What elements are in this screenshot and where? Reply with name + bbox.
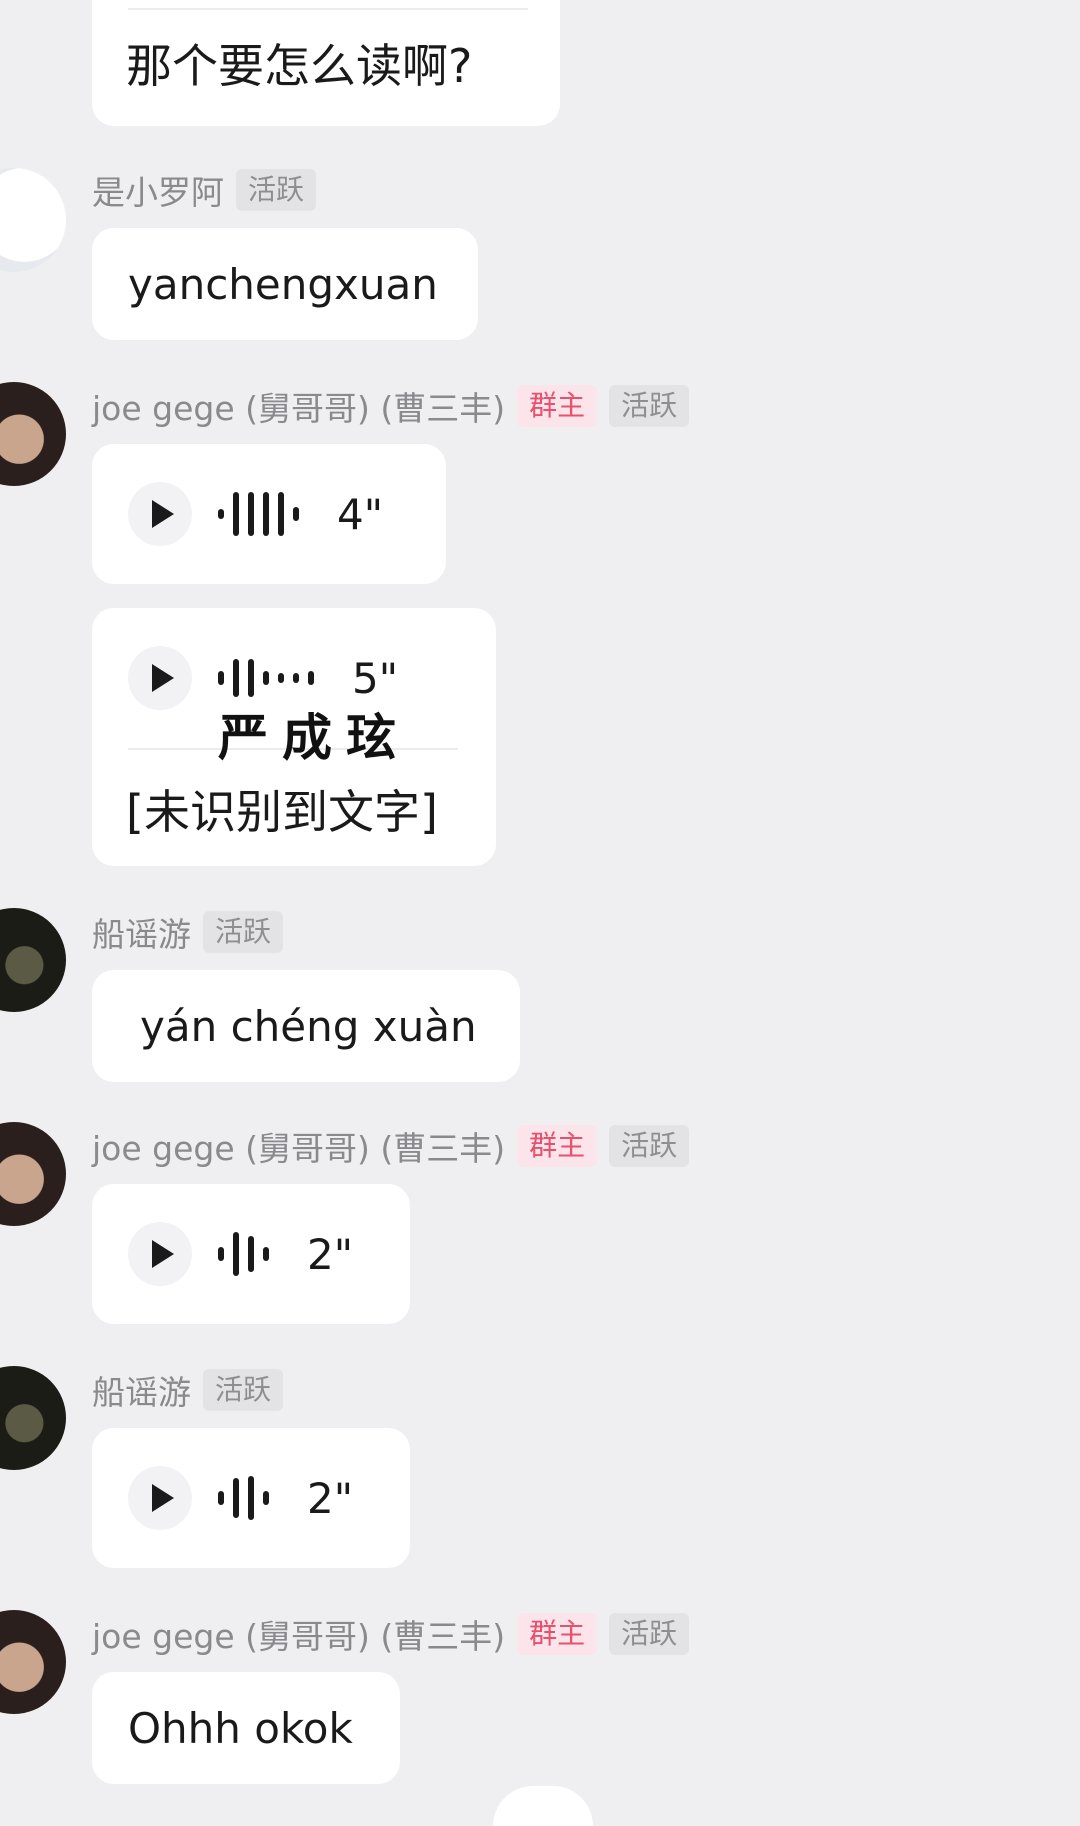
voice-duration: 5" — [352, 653, 399, 703]
group-owner-badge: 群主 — [517, 385, 598, 427]
avatar[interactable] — [0, 1610, 66, 1714]
waveform-icon — [218, 1229, 269, 1279]
sender-name[interactable]: joe gege (舅哥哥) (曹三丰) — [92, 382, 505, 430]
voice-duration: 2" — [307, 1229, 354, 1279]
sender-name[interactable]: 是小罗阿 — [92, 166, 224, 214]
voice-duration: 4" — [337, 489, 384, 539]
avatar[interactable] — [0, 1366, 66, 1470]
message-bubble[interactable]: yanchengxuan — [92, 228, 478, 340]
message-bubble[interactable]: Ohhh okok — [92, 1672, 400, 1784]
message-text: yanchengxuan — [128, 259, 438, 309]
sender-row: 船谣游 活跃 — [92, 908, 284, 956]
play-icon[interactable] — [128, 1222, 192, 1286]
sender-name[interactable]: joe gege (舅哥哥) (曹三丰) — [92, 1122, 505, 1170]
waveform-icon — [218, 489, 299, 539]
voice-message-bubble[interactable]: 2" — [92, 1184, 410, 1324]
message-bubble[interactable]: yán chéng xuàn — [92, 970, 520, 1082]
sender-name[interactable]: 船谣游 — [92, 1366, 191, 1414]
active-badge: 活跃 — [203, 911, 284, 953]
scroll-to-bottom-button[interactable] — [493, 1786, 593, 1826]
voice-message-bubble[interactable]: 2" — [92, 1428, 410, 1568]
sender-row: joe gege (舅哥哥) (曹三丰) 群主 活跃 — [92, 1122, 690, 1170]
message-bubble[interactable]: 那个要怎么读啊? — [92, 0, 560, 126]
active-badge: 活跃 — [609, 1613, 690, 1655]
message-text: yán chéng xuàn — [140, 1001, 477, 1051]
avatar[interactable] — [0, 168, 66, 272]
message-text: 那个要怎么读啊? — [126, 39, 473, 93]
play-icon[interactable] — [128, 482, 192, 546]
message-text: Ohhh okok — [128, 1703, 353, 1753]
group-owner-badge: 群主 — [517, 1613, 598, 1655]
active-badge: 活跃 — [236, 169, 317, 211]
group-owner-badge: 群主 — [517, 1125, 598, 1167]
active-badge: 活跃 — [609, 385, 690, 427]
sender-name[interactable]: 船谣游 — [92, 908, 191, 956]
voice-transcript: [未识别到文字] — [126, 785, 438, 839]
bubble-divider — [128, 8, 528, 10]
active-badge: 活跃 — [609, 1125, 690, 1167]
avatar[interactable] — [0, 908, 66, 1012]
waveform-icon — [218, 653, 314, 703]
sender-name[interactable]: joe gege (舅哥哥) (曹三丰) — [92, 1610, 505, 1658]
avatar[interactable] — [0, 1122, 66, 1226]
avatar[interactable] — [0, 382, 66, 486]
voice-message-bubble[interactable]: 4" — [92, 444, 446, 584]
voice-duration: 2" — [307, 1473, 354, 1523]
waveform-icon — [218, 1473, 269, 1523]
play-icon[interactable] — [128, 1466, 192, 1530]
sender-row: joe gege (舅哥哥) (曹三丰) 群主 活跃 — [92, 1610, 690, 1658]
video-caption: 严成玹 — [218, 709, 410, 767]
chat-area: 那个要怎么读啊? 是小罗阿 活跃 yanchengxuan joe gege (… — [0, 0, 1080, 1826]
sender-row: 船谣游 活跃 — [92, 1366, 284, 1414]
sender-row: 是小罗阿 活跃 — [92, 166, 317, 214]
play-icon[interactable] — [128, 646, 192, 710]
sender-row: joe gege (舅哥哥) (曹三丰) 群主 活跃 — [92, 382, 690, 430]
active-badge: 活跃 — [203, 1369, 284, 1411]
